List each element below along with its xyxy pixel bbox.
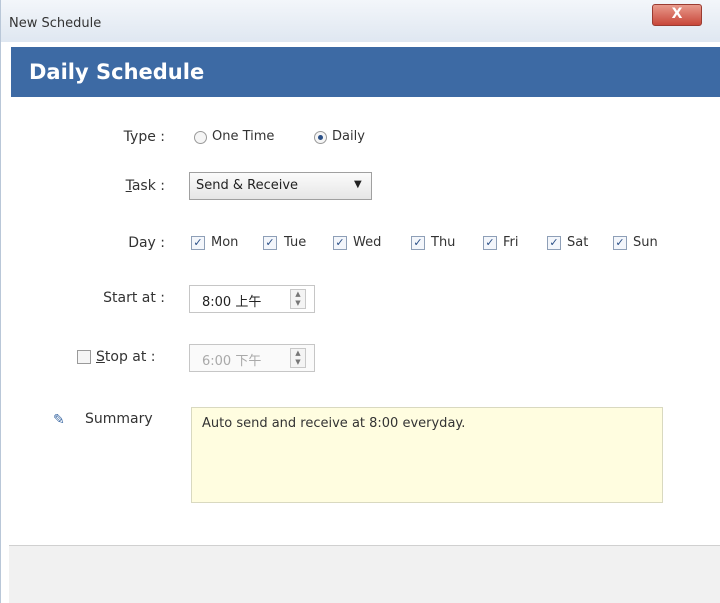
start-at-label: Start at : [103, 290, 165, 306]
radio-one-time[interactable] [194, 131, 207, 144]
day-mon-label[interactable]: Mon [211, 235, 238, 250]
task-select-value: Send & Receive [196, 178, 299, 193]
day-tue-checkbox[interactable]: ✓ [263, 236, 277, 250]
summary-text: Auto send and receive at 8:00 everyday. [202, 416, 466, 431]
chevron-down-icon: ▼ [354, 179, 362, 190]
pin-icon: ✎ [53, 412, 65, 428]
day-wed-checkbox[interactable]: ✓ [333, 236, 347, 250]
type-label: Type : [123, 129, 165, 145]
window-title: New Schedule [9, 16, 102, 31]
radio-daily-label[interactable]: Daily [332, 129, 365, 144]
title-bar[interactable]: New Schedule X [1, 0, 720, 42]
header-band: Daily Schedule [11, 47, 720, 97]
page-title: Daily Schedule [29, 60, 205, 84]
start-time-value: 8:00 上午 [202, 295, 262, 310]
stop-at-label[interactable]: Stop at : [96, 349, 166, 365]
stop-time-stepper[interactable]: ▲ ▼ [290, 348, 306, 368]
stop-label-rest: top at : [104, 349, 156, 365]
radio-one-time-label[interactable]: One Time [212, 129, 274, 144]
day-sat-checkbox[interactable]: ✓ [547, 236, 561, 250]
start-time-stepper[interactable]: ▲ ▼ [290, 289, 306, 309]
stop-time-spinner[interactable]: 6:00 下午 ▲ ▼ [189, 344, 315, 372]
radio-daily[interactable] [314, 131, 327, 144]
day-sat-label[interactable]: Sat [567, 235, 588, 250]
day-sun-checkbox[interactable]: ✓ [613, 236, 627, 250]
close-button[interactable]: X [652, 4, 702, 26]
summary-box: Auto send and receive at 8:00 everyday. [191, 407, 663, 503]
schedule-window: New Schedule X Daily Schedule Type : One… [0, 0, 720, 603]
day-mon-checkbox[interactable]: ✓ [191, 236, 205, 250]
day-sun-label[interactable]: Sun [633, 235, 658, 250]
footer-area [9, 546, 720, 603]
day-tue-label[interactable]: Tue [284, 235, 306, 250]
start-time-spinner[interactable]: 8:00 上午 ▲ ▼ [189, 285, 315, 313]
summary-label: Summary [85, 411, 153, 427]
stop-at-checkbox[interactable] [77, 350, 91, 364]
day-wed-label[interactable]: Wed [353, 235, 381, 250]
task-label-rest: ask : [131, 178, 165, 194]
task-label: Task : [61, 178, 165, 194]
day-thu-checkbox[interactable]: ✓ [411, 236, 425, 250]
task-select[interactable]: Send & Receive ▼ [189, 172, 372, 200]
day-thu-label[interactable]: Thu [431, 235, 455, 250]
day-fri-label[interactable]: Fri [503, 235, 519, 250]
day-fri-checkbox[interactable]: ✓ [483, 236, 497, 250]
stop-time-value: 6:00 下午 [202, 354, 262, 369]
stop-label-accelerator: S [96, 349, 105, 365]
day-label: Day : [128, 235, 165, 251]
